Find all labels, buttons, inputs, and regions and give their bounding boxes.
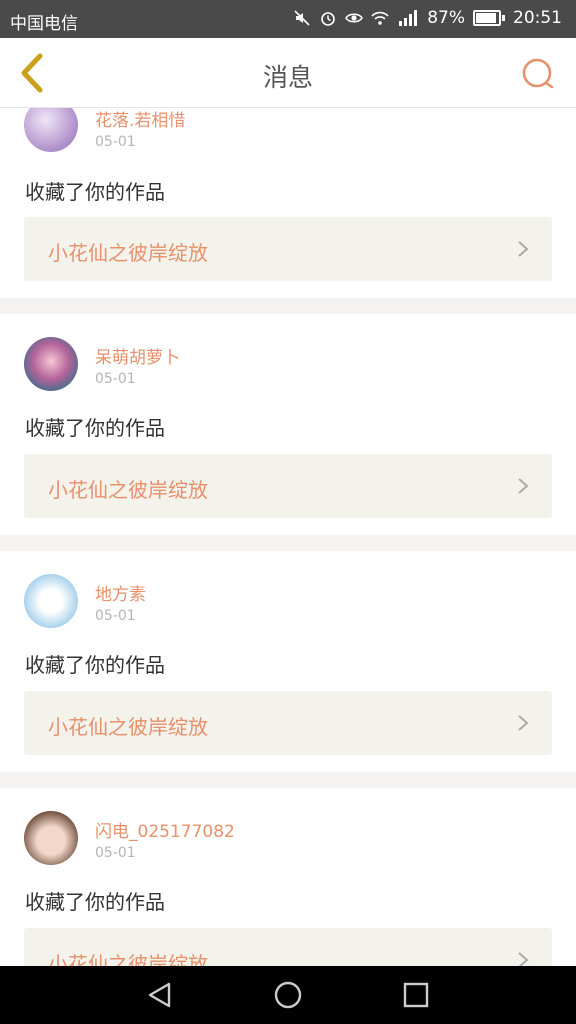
work-title: 小花仙之彼岸绽放 [48, 715, 208, 739]
message-date: 05-01 [95, 845, 136, 861]
work-title: 小花仙之彼岸绽放 [48, 952, 208, 966]
signal-icon [399, 10, 418, 26]
action-text: 收藏了你的作品 [25, 653, 165, 677]
divider [0, 535, 576, 551]
work-link[interactable]: 小花仙之彼岸绽放 [24, 217, 552, 281]
chevron-right-icon [518, 952, 529, 966]
divider [0, 772, 576, 788]
message-card: 花落.若相惜 05-01 收藏了你的作品 小花仙之彼岸绽放 [0, 108, 576, 290]
back-triangle-icon[interactable] [145, 980, 175, 1010]
username[interactable]: 闪电_025177082 [95, 817, 235, 842]
message-card: 呆萌胡萝卜 05-01 收藏了你的作品 小花仙之彼岸绽放 [0, 314, 576, 536]
carrier-label: 中国电信 [10, 14, 78, 34]
chevron-right-icon [518, 241, 529, 257]
work-link[interactable]: 小花仙之彼岸绽放 [24, 928, 552, 966]
wifi-icon [371, 11, 389, 25]
work-link[interactable]: 小花仙之彼岸绽放 [24, 691, 552, 755]
app-header: 消息 [0, 38, 576, 108]
system-nav-bar [0, 966, 576, 1024]
message-card: 地方素 05-01 收藏了你的作品 小花仙之彼岸绽放 [0, 551, 576, 773]
eye-icon [345, 13, 364, 23]
avatar[interactable] [24, 337, 78, 391]
action-text: 收藏了你的作品 [25, 180, 165, 204]
message-card: 闪电_025177082 05-01 收藏了你的作品 小花仙之彼岸绽放 [0, 788, 576, 966]
clock: 20:51 [513, 8, 562, 28]
recents-square-icon[interactable] [401, 980, 431, 1010]
battery-percent: 87% [427, 8, 465, 28]
work-title: 小花仙之彼岸绽放 [48, 478, 208, 502]
username[interactable]: 呆萌胡萝卜 [95, 343, 180, 368]
work-link[interactable]: 小花仙之彼岸绽放 [24, 454, 552, 518]
divider [0, 298, 576, 314]
avatar[interactable] [24, 811, 78, 865]
action-text: 收藏了你的作品 [25, 890, 165, 914]
search-icon[interactable] [520, 56, 556, 92]
home-circle-icon[interactable] [273, 980, 303, 1010]
avatar[interactable] [24, 574, 78, 628]
action-text: 收藏了你的作品 [25, 416, 165, 440]
battery-icon [473, 10, 505, 26]
chevron-right-icon [518, 715, 529, 731]
mute-icon [294, 10, 310, 26]
message-date: 05-01 [95, 608, 136, 624]
username[interactable]: 花落.若相惜 [95, 108, 185, 131]
alarm-icon [321, 12, 336, 26]
avatar[interactable] [24, 108, 78, 152]
work-title: 小花仙之彼岸绽放 [48, 241, 208, 265]
status-bar: 中国电信 87% 20:51 [0, 0, 576, 38]
message-date: 05-01 [95, 371, 136, 387]
page-title: 消息 [262, 63, 313, 92]
chevron-right-icon [518, 478, 529, 494]
message-list[interactable]: 花落.若相惜 05-01 收藏了你的作品 小花仙之彼岸绽放 呆萌胡萝卜 05-0… [0, 108, 576, 966]
message-date: 05-01 [95, 134, 136, 150]
username[interactable]: 地方素 [95, 580, 146, 605]
